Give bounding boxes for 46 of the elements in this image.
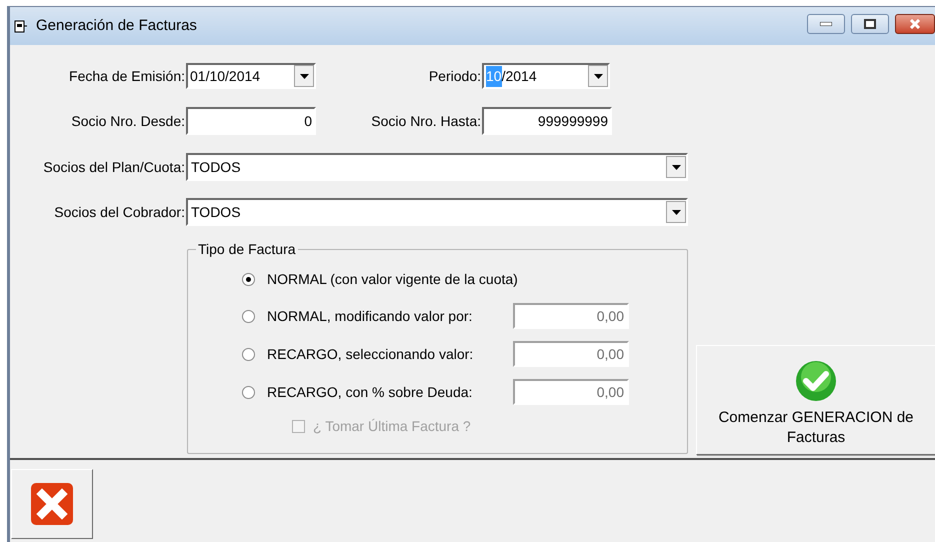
close-button[interactable]	[895, 14, 935, 34]
minimize-icon	[820, 22, 832, 26]
radio-button[interactable]	[242, 386, 255, 398]
window-title: Generación de Facturas	[36, 16, 197, 36]
plan-dropdown[interactable]: TODOS	[186, 153, 688, 181]
dropdown-arrow-button[interactable]	[666, 156, 686, 178]
input-field[interactable]: 0	[186, 107, 316, 135]
dropdown-value: TODOS	[190, 202, 242, 222]
dropdown-arrow-button[interactable]	[666, 201, 686, 223]
field-label: Socios del Plan/Cuota:	[42, 158, 186, 176]
field-label: Socio Nro. Desde:	[70, 112, 186, 130]
field-label: Fecha de Emisión:	[68, 66, 186, 86]
input-field[interactable]: 999999999	[482, 107, 612, 135]
radio-label: NORMAL, modificando valor por:	[267, 306, 474, 326]
radio-button[interactable]	[242, 348, 255, 360]
input-field[interactable]: 0,00	[513, 379, 629, 405]
field-label: Periodo:	[428, 66, 482, 86]
maximize-button[interactable]	[851, 14, 889, 34]
dropdown-value: 01/10/2014	[189, 66, 262, 86]
selected-text: 10	[486, 66, 502, 86]
field-label: Socio Nro. Hasta:	[370, 112, 482, 130]
radio-button[interactable]	[242, 310, 255, 322]
caret-icon	[672, 210, 680, 214]
field-label: Socios del Cobrador:	[53, 202, 186, 222]
checkbox-label: ¿ Tomar Última Factura ?	[313, 416, 471, 436]
radio-label: RECARGO, seleccionando valor:	[267, 344, 474, 364]
dropdown-arrow-button[interactable]	[294, 65, 314, 87]
radio-button[interactable]	[242, 272, 255, 286]
close-icon	[909, 19, 921, 29]
input-field[interactable]: 0,00	[513, 341, 629, 367]
input-field[interactable]: 0,00	[513, 303, 629, 329]
date-dropdown[interactable]: 01/10/2014	[186, 63, 316, 89]
checkmark-icon	[795, 360, 837, 402]
window-app-icon	[14, 20, 28, 32]
collector-dropdown[interactable]: TODOS	[186, 198, 688, 226]
dropdown-arrow-button[interactable]	[588, 65, 608, 87]
caret-icon	[672, 164, 680, 170]
radio-label: RECARGO, con % sobre Deuda:	[267, 382, 474, 402]
cancel-button[interactable]	[11, 469, 93, 539]
close-icon	[30, 482, 74, 526]
maximize-icon	[864, 19, 876, 29]
caret-icon	[594, 74, 602, 78]
caret-icon	[300, 74, 308, 78]
dropdown-value: TODOS	[190, 158, 242, 176]
start-generation-button[interactable]: Comenzar GENERACION de Facturas	[696, 345, 935, 455]
minimize-button[interactable]	[807, 14, 845, 34]
